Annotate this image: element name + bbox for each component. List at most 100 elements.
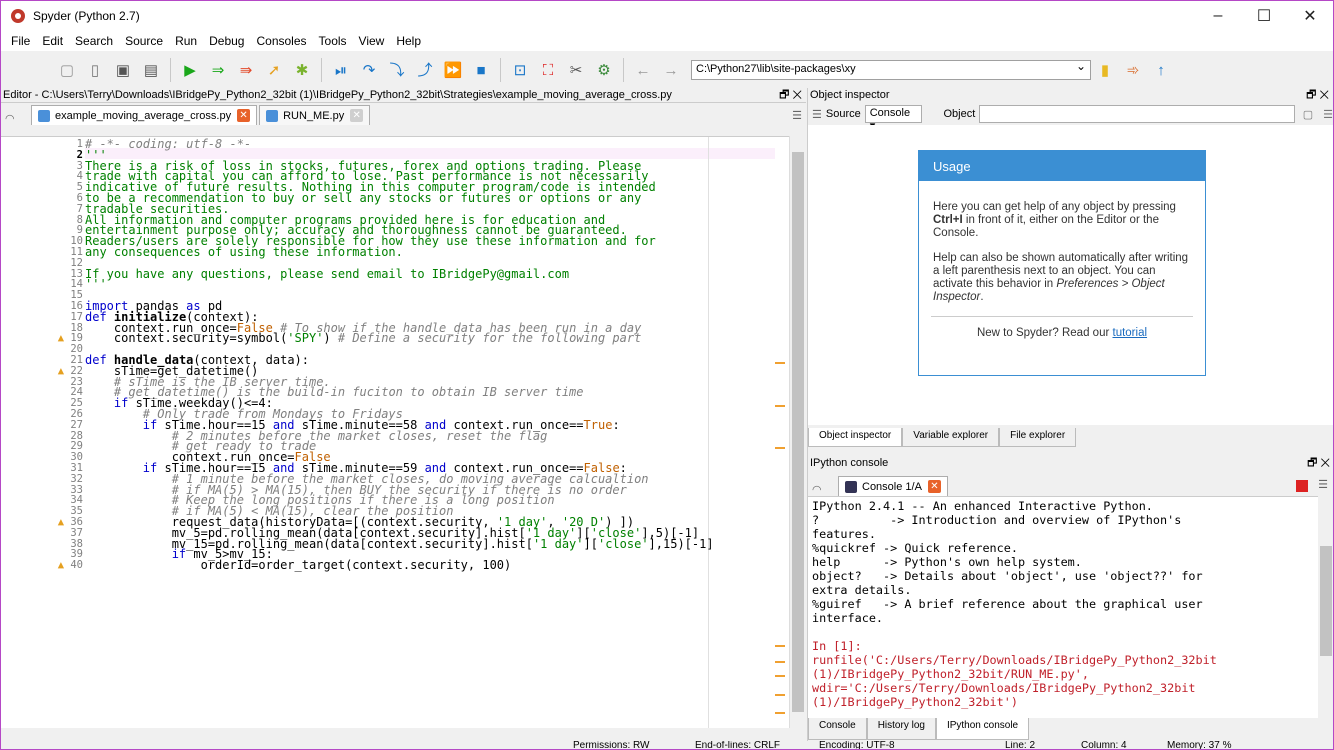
minimize-button[interactable]: – (1195, 1, 1241, 31)
preferences-icon[interactable]: ✂ (565, 59, 587, 81)
line-number: 5 (76, 181, 83, 194)
warning-marker (775, 661, 785, 663)
scrollbar-thumb[interactable] (792, 152, 804, 712)
browse-tabs-icon[interactable]: ◠ (812, 483, 830, 496)
line-number: 8 (76, 213, 83, 226)
tab-label: RUN_ME.py (283, 109, 345, 122)
save-icon[interactable]: ▣ (112, 59, 134, 81)
tab-console[interactable]: Console (808, 718, 867, 740)
forward-arrow-icon[interactable]: → (660, 59, 682, 81)
new-file-icon[interactable]: ▢ (56, 59, 78, 81)
console-banner: IPython 2.4.1 -- An enhanced Interactive… (812, 499, 1203, 625)
status-eol: End-of-lines: CRLF (695, 741, 781, 750)
tab-example-moving-average-cross[interactable]: example_moving_average_cross.py ✕ (31, 105, 258, 125)
fullscreen-icon[interactable]: ⛶ (537, 59, 559, 81)
close-button[interactable]: ✕ (1287, 1, 1333, 31)
continue-icon[interactable]: ⏩ (442, 59, 464, 81)
maximize-button[interactable]: ☐ (1241, 1, 1287, 31)
step-icon[interactable]: ↷ (358, 59, 380, 81)
browse-tabs-icon[interactable]: ◠ (5, 112, 23, 125)
warning-marker (775, 675, 785, 677)
undock-close-icons[interactable]: 🗗 ✕ (1307, 456, 1330, 471)
code-line: context.security=symbol('SPY') # Define … (85, 331, 642, 346)
line-number: 7 (76, 202, 83, 215)
run-configure-icon[interactable]: ✱ (291, 59, 313, 81)
tab-run-me[interactable]: RUN_ME.py ✕ (259, 105, 371, 125)
maximize-pane-icon[interactable]: ⊡ (509, 59, 531, 81)
close-tab-icon[interactable]: ✕ (237, 109, 251, 122)
lock-icon[interactable]: ▢ (1303, 108, 1313, 121)
source-label: Source (825, 108, 861, 120)
back-arrow-icon[interactable]: ← (632, 59, 654, 81)
pythonpath-manager-icon[interactable]: ⚙ (593, 59, 615, 81)
debug-icon[interactable]: ⏯ (330, 59, 352, 81)
source-select[interactable]: Console ▾ (864, 105, 922, 132)
code-line: any consequences of using these informat… (85, 245, 403, 259)
browse-folder-icon[interactable]: ▮ (1094, 59, 1116, 81)
menu-run[interactable]: Run (169, 34, 203, 48)
menu-edit[interactable]: Edit (36, 34, 69, 48)
tab-ipython-console[interactable]: IPython console (935, 718, 1030, 740)
change-directory-icon[interactable]: ➾ (1122, 59, 1144, 81)
inspector-tab-bar: Object inspector Variable explorer File … (808, 428, 1077, 447)
ipython-icon (845, 480, 857, 493)
run-icon[interactable]: ▶ (179, 59, 201, 81)
menu-view[interactable]: View (353, 34, 391, 48)
source-icon: ☰ (812, 108, 822, 121)
object-input[interactable] (979, 105, 1295, 123)
console-options-icon[interactable]: ☰ (1318, 478, 1328, 491)
close-tab-icon[interactable]: ✕ (927, 480, 941, 493)
run-selection-icon[interactable]: ⇒ (207, 59, 229, 81)
step-into-icon[interactable]: ⤵ (386, 59, 408, 81)
menu-consoles[interactable]: Consoles (250, 34, 312, 48)
tab-history-log[interactable]: History log (866, 718, 936, 740)
object-inspector-body: Usage Here you can get help of any objec… (808, 125, 1333, 425)
menu-search[interactable]: Search (69, 34, 119, 48)
edge-line (708, 137, 709, 728)
menu-help[interactable]: Help (390, 34, 427, 48)
editor-title-bar: Editor - C:\Users\Terry\Downloads\IBridg… (1, 88, 806, 103)
tutorial-link[interactable]: tutorial (1113, 327, 1148, 339)
object-inspector-title: Object inspector (810, 89, 890, 101)
menu-source[interactable]: Source (119, 34, 169, 48)
tab-console-1a[interactable]: Console 1/A ✕ (838, 476, 948, 496)
stop-debug-icon[interactable]: ■ (470, 59, 492, 81)
line-number: 1 (76, 138, 83, 150)
toolbar-separator (623, 58, 624, 82)
menu-tools[interactable]: Tools (313, 34, 353, 48)
code-editor[interactable]: 1 2 3 4 5 6 7 8 9 10 11 12 13 14 15 16 17 18 ▲ 19 20 21 ▲ 22 2… (1, 136, 806, 728)
open-file-icon[interactable]: ▯ (84, 59, 106, 81)
editor-horizontal-scrollbar[interactable] (1, 728, 789, 741)
editor-options-icon[interactable]: ☰ (792, 109, 802, 122)
menu-debug[interactable]: Debug (203, 34, 250, 48)
ipython-console-output[interactable]: IPython 2.4.1 -- An enhanced Interactive… (808, 496, 1318, 718)
console-vertical-scrollbar[interactable] (1318, 496, 1333, 718)
close-tab-icon[interactable]: ✕ (350, 109, 364, 122)
toolbar-separator (321, 58, 322, 82)
menu-file[interactable]: File (5, 34, 36, 48)
save-all-icon[interactable]: ▤ (140, 59, 162, 81)
object-label: Object (943, 108, 976, 120)
parent-directory-icon[interactable]: ↑ (1150, 59, 1172, 81)
undock-close-icons[interactable]: 🗗 ✕ (779, 88, 802, 102)
editor-tab-bar: ◠ example_moving_average_cross.py ✕ RUN_… (1, 103, 806, 125)
ipython-title-bar: IPython console 🗗 ✕ (808, 456, 1333, 471)
run-cell-icon[interactable]: ⇛ (235, 59, 257, 81)
tab-variable-explorer[interactable]: Variable explorer (902, 428, 1000, 447)
tab-object-inspector[interactable]: Object inspector (808, 428, 903, 447)
status-permissions: Permissions: RW (573, 741, 650, 750)
step-return-icon[interactable]: ⤴ (414, 59, 436, 81)
main-toolbar: ▢ ▯ ▣ ▤ ▶ ⇒ ⇛ ➚ ✱ ⏯ ↷ ⤵ ⤴ ⏩ ■ ⊡ ⛶ ✂ ⚙ ← … (1, 52, 1333, 88)
toolbar-separator (500, 58, 501, 82)
editor-path: Editor - C:\Users\Terry\Downloads\IBridg… (3, 89, 672, 101)
status-line: Line: 2 (1005, 741, 1036, 750)
undock-close-icons[interactable]: 🗗 ✕ (1306, 88, 1329, 103)
options-icon[interactable]: ☰ (1323, 108, 1333, 121)
editor-vertical-scrollbar[interactable] (789, 136, 806, 728)
working-directory-combo[interactable]: C:\Python27\lib\site-packages\xy (691, 59, 1091, 80)
scrollbar-thumb[interactable] (1320, 546, 1332, 656)
tab-file-explorer[interactable]: File explorer (999, 428, 1077, 447)
interrupt-kernel-icon[interactable] (1296, 480, 1308, 492)
status-column: Column: 4 (1081, 741, 1127, 750)
run-cell-advance-icon[interactable]: ➚ (263, 59, 285, 81)
